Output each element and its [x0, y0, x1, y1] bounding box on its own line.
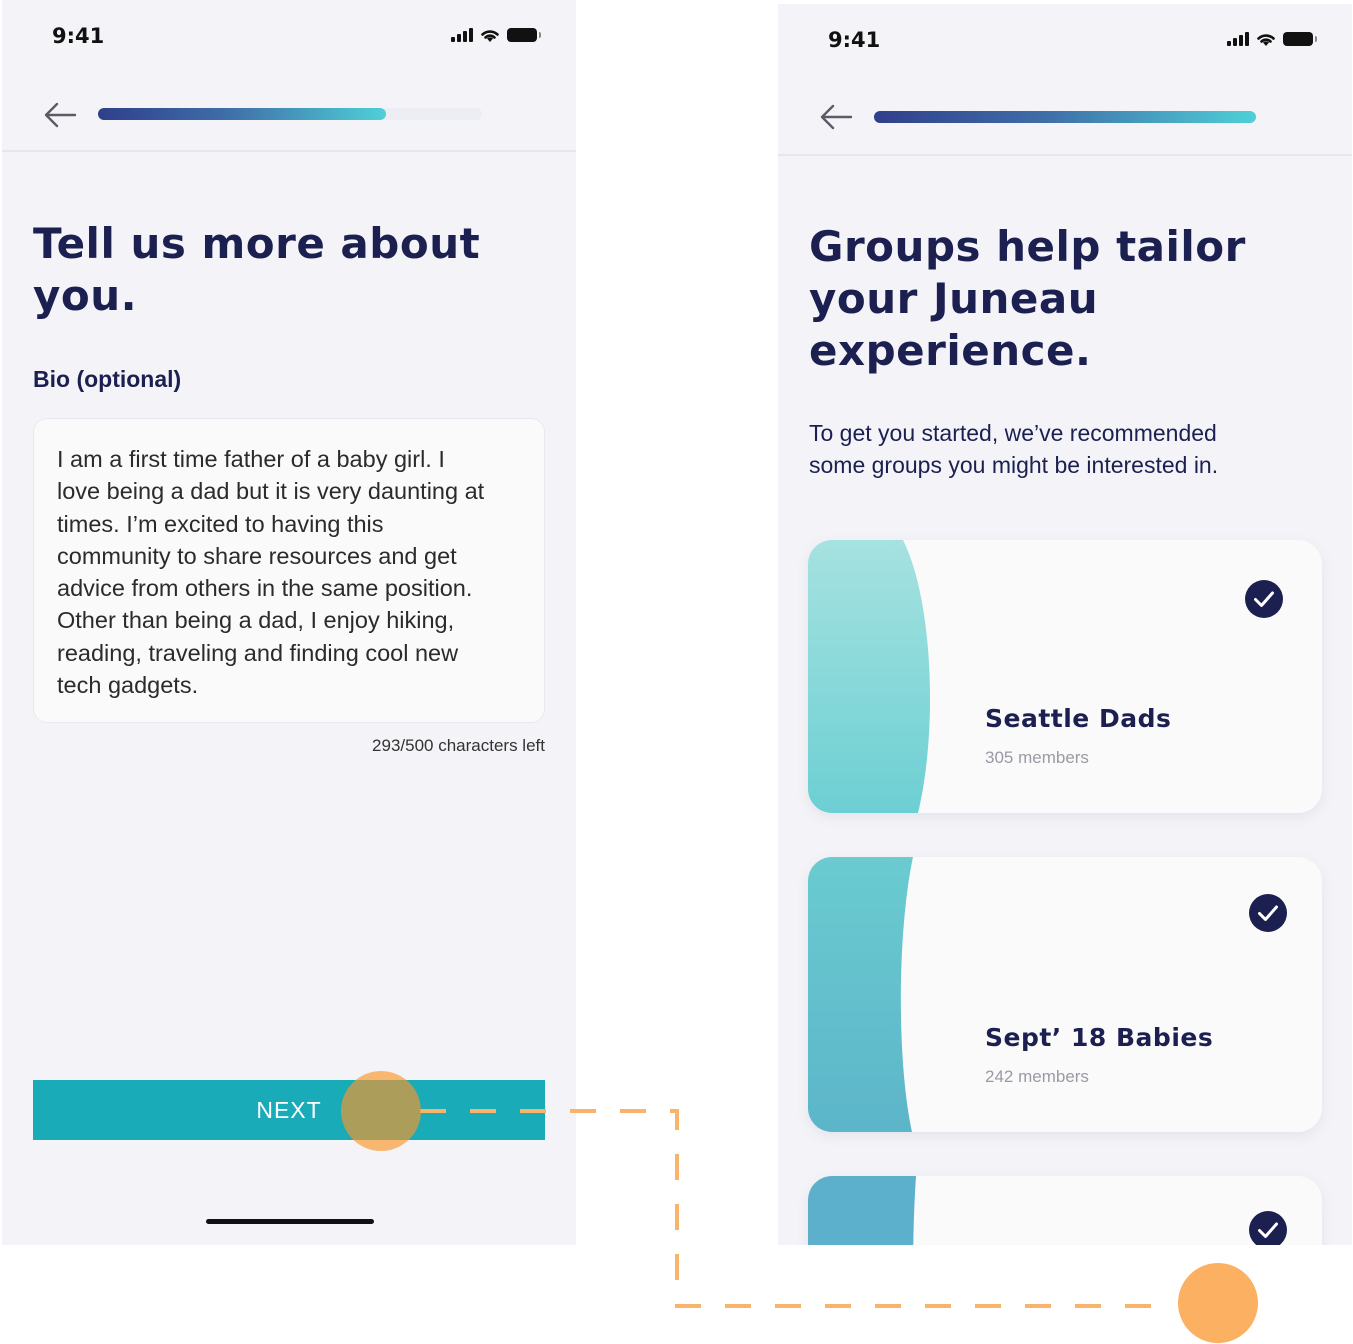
flow-connector [420, 1109, 1165, 1308]
tap-indicator [341, 1071, 421, 1151]
tap-indicator [1178, 1263, 1258, 1343]
